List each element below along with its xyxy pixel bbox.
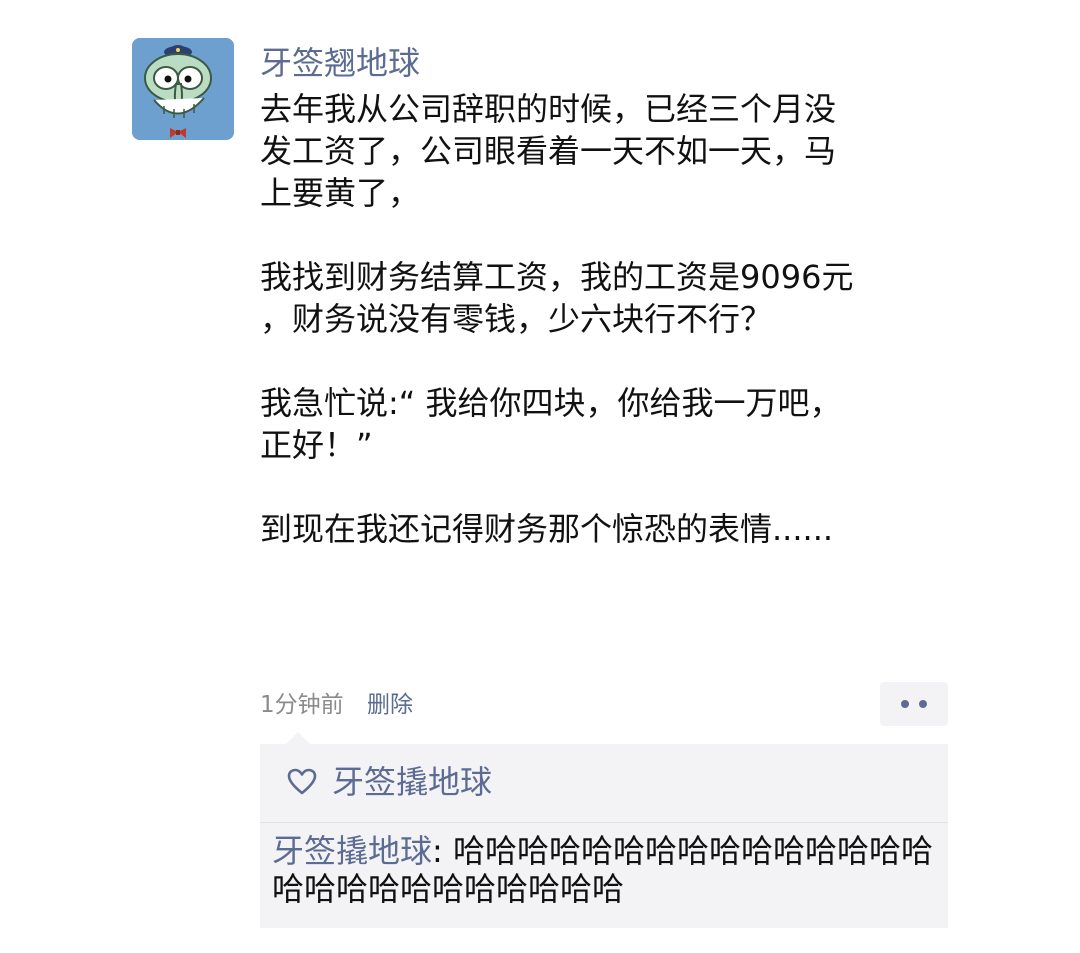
more-actions-button[interactable] [880, 682, 948, 726]
comment-box-pointer [286, 732, 310, 744]
delete-link[interactable]: 删除 [367, 692, 413, 718]
likes-comments-panel: 牙签撬地球 牙签撬地球: 哈哈哈哈哈哈哈哈哈哈哈哈哈哈哈哈哈哈哈哈哈哈哈哈哈哈 [260, 744, 948, 928]
post-paragraph: 去年我从公司辞职的时候，已经三个月没 发工资了，公司眼看着一天不如一天，马 上要… [260, 90, 837, 212]
like-user-name[interactable]: 牙签撬地球 [332, 760, 492, 804]
avatar[interactable] [132, 38, 234, 140]
comment-separator: : [432, 832, 453, 870]
likes-row: 牙签撬地球 [260, 744, 948, 820]
squidward-avatar-image [132, 38, 234, 140]
likes-comments-divider [260, 822, 948, 823]
post-body: 去年我从公司辞职的时候，已经三个月没 发工资了，公司眼看着一天不如一天，马 上要… [260, 88, 900, 550]
post-timestamp: 1分钟前 [260, 692, 344, 718]
post-paragraph: 我急忙说:“ 我给你四块，你给我一万吧， 正好！” [260, 384, 842, 464]
post-paragraph: 到现在我还记得财务那个惊恐的表情...... [260, 510, 834, 548]
more-dot-icon [901, 700, 909, 708]
post-author-name[interactable]: 牙签翘地球 [260, 40, 420, 86]
post-paragraph: 我找到财务结算工资，我的工资是9096元 ，财务说没有零钱，少六块行不行？ [260, 258, 854, 338]
comment-author[interactable]: 牙签撬地球 [272, 832, 432, 870]
comment-item[interactable]: 牙签撬地球: 哈哈哈哈哈哈哈哈哈哈哈哈哈哈哈哈哈哈哈哈哈哈哈哈哈哈 [272, 832, 944, 908]
more-dot-icon [919, 700, 927, 708]
heart-icon [287, 768, 317, 795]
post-meta: 1分钟前 删除 [260, 688, 413, 722]
